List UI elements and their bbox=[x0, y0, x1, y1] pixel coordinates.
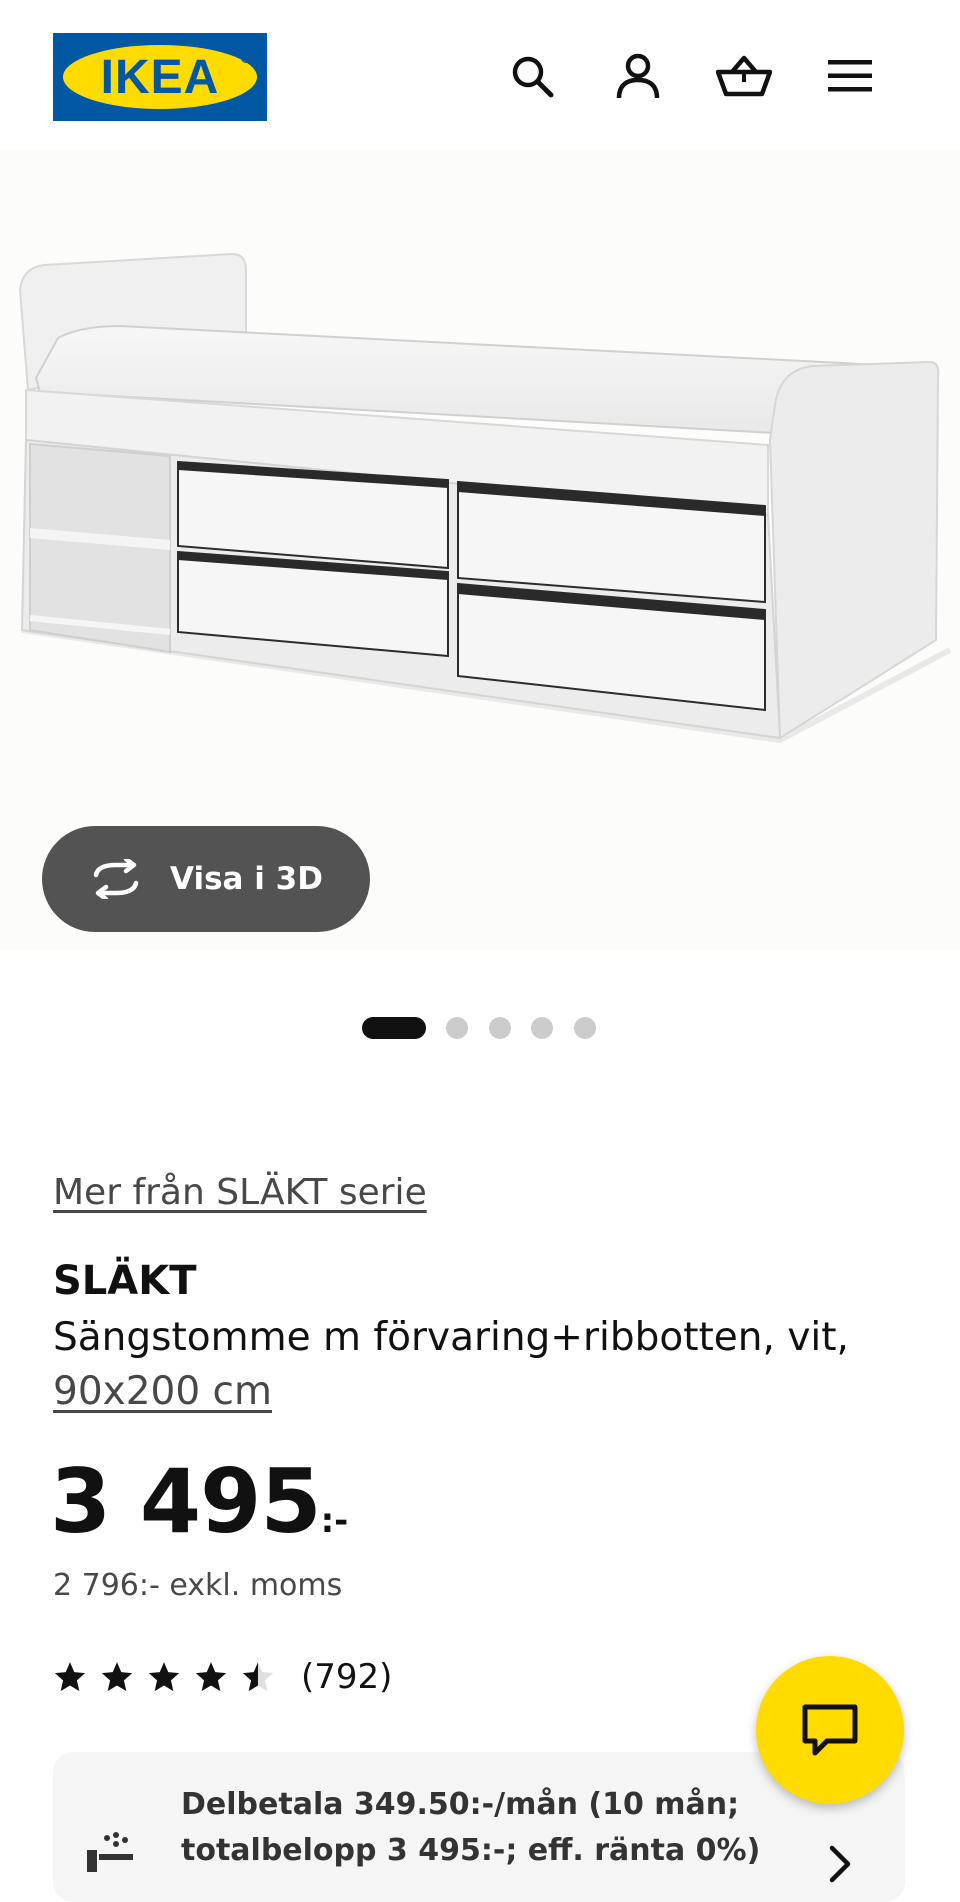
star-full-icon bbox=[148, 1662, 180, 1692]
star-full-icon bbox=[195, 1662, 227, 1692]
image-pager bbox=[0, 1017, 960, 1039]
price-excl-vat: 2 796:- exkl. moms bbox=[53, 1568, 343, 1603]
product-rating[interactable]: (792) bbox=[53, 1655, 392, 1699]
product-name: SLÄKT bbox=[53, 1258, 197, 1304]
product-description-text: Sängstomme m förvaring+ribbotten, vit, bbox=[53, 1315, 849, 1360]
chat-button[interactable] bbox=[756, 1656, 904, 1804]
star-full-icon bbox=[101, 1662, 133, 1692]
product-description: Sängstomme m förvaring+ribbotten, vit, 9… bbox=[53, 1311, 913, 1419]
chevron-right-icon bbox=[829, 1845, 851, 1883]
price-value: 3 495 bbox=[50, 1450, 322, 1553]
account-icon[interactable] bbox=[610, 48, 666, 104]
installment-text: Delbetala 349.50:-/mån (10 mån; totalbel… bbox=[181, 1787, 761, 1868]
pager-dot[interactable] bbox=[531, 1017, 553, 1039]
site-header: IKEA R bbox=[0, 0, 960, 150]
product-price: 3 495 :- bbox=[50, 1450, 348, 1553]
price-suffix: :- bbox=[320, 1501, 349, 1541]
review-count: (792) bbox=[301, 1657, 393, 1697]
payment-icon bbox=[87, 1832, 133, 1872]
pager-dot[interactable] bbox=[446, 1017, 468, 1039]
star-half-icon bbox=[242, 1662, 274, 1692]
pager-dot[interactable] bbox=[574, 1017, 596, 1039]
logo-text: IKEA bbox=[100, 50, 220, 104]
rating-stars bbox=[53, 1660, 275, 1694]
chat-icon bbox=[802, 1704, 858, 1756]
menu-icon[interactable] bbox=[822, 48, 878, 104]
pager-dot-active[interactable] bbox=[362, 1017, 426, 1039]
search-icon[interactable] bbox=[504, 48, 560, 104]
cart-icon[interactable] bbox=[716, 48, 772, 104]
series-link[interactable]: Mer från SLÄKT serie bbox=[53, 1172, 427, 1213]
registered-mark: R bbox=[241, 53, 251, 63]
view-3d-button[interactable]: Visa i 3D bbox=[42, 826, 370, 932]
ikea-logo[interactable]: IKEA R bbox=[53, 33, 267, 121]
star-full-icon bbox=[54, 1662, 86, 1692]
view-3d-label: Visa i 3D bbox=[170, 861, 323, 897]
size-link[interactable]: 90x200 cm bbox=[53, 1369, 272, 1414]
pager-dot[interactable] bbox=[489, 1017, 511, 1039]
rotate-3d-icon bbox=[93, 859, 139, 899]
